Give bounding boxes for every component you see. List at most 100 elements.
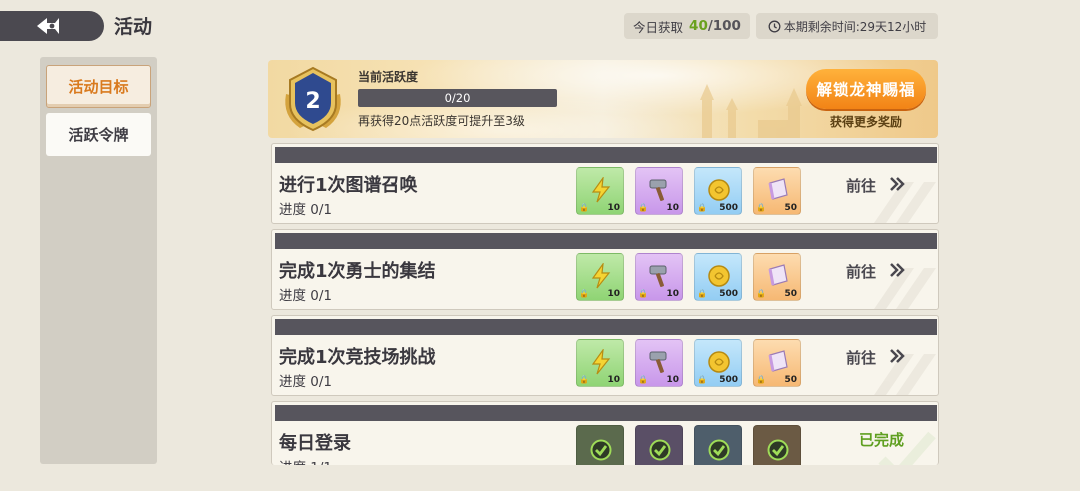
unlock-blessing-button[interactable]: 解锁龙神赐福 (806, 69, 926, 109)
task-title: 进行1次图谱召唤 (279, 175, 418, 196)
reward-gold-coin[interactable]: 🔒 500 (694, 167, 742, 215)
today-earned-value: 40 (689, 18, 708, 34)
task-card: 每日登录 进度 1/1 已完成 (271, 401, 939, 465)
reward-claimed (576, 425, 624, 465)
reward-quantity: 500 (719, 289, 738, 299)
level-number: 2 (305, 89, 320, 114)
scroll-icon (768, 264, 788, 286)
reward-quantity: 10 (607, 203, 620, 213)
task-progress: 进度 0/1 (279, 288, 333, 304)
lightning-icon (591, 177, 611, 203)
reward-scroll[interactable]: 🔒 50 (753, 253, 801, 301)
clock-icon (768, 20, 781, 32)
back-arrow-icon (37, 18, 59, 34)
reward-hammer[interactable]: 🔒 10 (635, 253, 683, 301)
activity-progress-text: 0/20 (444, 91, 471, 105)
activity-progress-bar: 0/20 (358, 89, 557, 107)
reward-energy[interactable]: 🔒 10 (576, 167, 624, 215)
period-timer-box: 本期剩余时间:29天12小时 (756, 13, 938, 39)
castle-illustration (700, 84, 802, 138)
gold-coin-icon (708, 351, 730, 373)
goto-button[interactable]: 前往 (846, 175, 876, 196)
reward-claimed (753, 425, 801, 465)
task-card: 完成1次竞技场挑战 进度 0/1 🔒 10 🔒 10 🔒 500 🔒 50 前往 (271, 315, 939, 396)
today-earned-label: 今日获取 (633, 19, 684, 35)
reward-scroll[interactable]: 🔒 50 (753, 339, 801, 387)
hammer-icon (649, 179, 667, 201)
check-icon (590, 439, 612, 461)
hammer-icon (649, 265, 667, 287)
double-chevron-right-icon[interactable] (888, 261, 906, 279)
gold-coin-icon (708, 265, 730, 287)
reward-quantity: 50 (784, 375, 797, 385)
lock-icon: 🔒 (579, 203, 589, 212)
task-title: 完成1次勇士的集结 (279, 261, 436, 282)
lock-icon: 🔒 (756, 289, 766, 298)
today-earned-max: /100 (707, 18, 741, 34)
task-card: 进行1次图谱召唤 进度 0/1 🔒 10 🔒 10 🔒 500 🔒 50 前往 (271, 143, 939, 224)
unlock-blessing-subtitle: 获得更多奖励 (829, 115, 902, 129)
reward-hammer[interactable]: 🔒 10 (635, 339, 683, 387)
reward-quantity: 50 (784, 289, 797, 299)
check-icon (708, 439, 730, 461)
lock-icon: 🔒 (638, 375, 648, 384)
reward-quantity: 10 (607, 289, 620, 299)
goto-button[interactable]: 前往 (846, 347, 876, 368)
task-progress: 进度 0/1 (279, 374, 333, 390)
task-title: 完成1次竞技场挑战 (279, 347, 436, 368)
lightning-icon (591, 349, 611, 375)
goto-button[interactable]: 前往 (846, 261, 876, 282)
sidebar-item-activity-token[interactable]: 活跃令牌 (46, 113, 151, 156)
sidebar-item-label: 活跃令牌 (68, 126, 129, 144)
reward-hammer[interactable]: 🔒 10 (635, 167, 683, 215)
scroll-icon (768, 350, 788, 372)
reward-claimed (635, 425, 683, 465)
task-card: 完成1次勇士的集结 进度 0/1 🔒 10 🔒 10 🔒 500 🔒 50 前往 (271, 229, 939, 310)
reward-quantity: 500 (719, 203, 738, 213)
scroll-icon (768, 178, 788, 200)
hammer-icon (649, 351, 667, 373)
reward-quantity: 10 (666, 375, 679, 385)
reward-energy[interactable]: 🔒 10 (576, 253, 624, 301)
double-chevron-right-icon[interactable] (888, 175, 906, 193)
completed-status: 已完成 (859, 431, 905, 449)
lock-icon: 🔒 (579, 289, 589, 298)
lock-icon: 🔒 (638, 203, 648, 212)
lock-icon: 🔒 (697, 289, 707, 298)
lock-icon: 🔒 (697, 375, 707, 384)
task-progress: 进度 0/1 (279, 202, 333, 218)
reward-gold-coin[interactable]: 🔒 500 (694, 339, 742, 387)
lock-icon: 🔒 (756, 203, 766, 212)
unlock-blessing-label: 解锁龙神赐福 (816, 81, 916, 99)
reward-energy[interactable]: 🔒 10 (576, 339, 624, 387)
reward-quantity: 500 (719, 375, 738, 385)
activity-banner: 2 当前活跃度 0/20 再获得20点活跃度可提升至3级 解锁龙神赐福 获得更多… (268, 60, 938, 138)
task-progress: 进度 1/1 (279, 456, 332, 465)
reward-scroll[interactable]: 🔒 50 (753, 167, 801, 215)
page-title: 活动 (114, 16, 153, 38)
activity-label: 当前活跃度 (358, 70, 419, 84)
activity-hint: 再获得20点活跃度可提升至3级 (358, 114, 525, 128)
reward-gold-coin[interactable]: 🔒 500 (694, 253, 742, 301)
check-icon (767, 439, 789, 461)
reward-quantity: 10 (607, 375, 620, 385)
reward-quantity: 50 (784, 203, 797, 213)
lightning-icon (591, 263, 611, 289)
reward-quantity: 10 (666, 203, 679, 213)
sidebar-item-activity-goals[interactable]: 活动目标 (46, 65, 151, 108)
reward-claimed (694, 425, 742, 465)
period-timer-text: 本期剩余时间:29天12小时 (783, 19, 927, 34)
double-chevron-right-icon[interactable] (888, 347, 906, 365)
sidebar: 活动目标 活跃令牌 (40, 57, 157, 464)
lock-icon: 🔒 (697, 203, 707, 212)
today-earned-box: 今日获取 40/100 (624, 13, 750, 39)
gold-coin-icon (708, 179, 730, 201)
sidebar-item-label: 活动目标 (68, 78, 129, 96)
lock-icon: 🔒 (579, 375, 589, 384)
lock-icon: 🔒 (638, 289, 648, 298)
task-title: 每日登录 (279, 433, 351, 454)
check-icon (649, 439, 671, 461)
lock-icon: 🔒 (756, 375, 766, 384)
level-badge-icon: 2 (285, 66, 341, 132)
back-button[interactable] (0, 11, 104, 41)
